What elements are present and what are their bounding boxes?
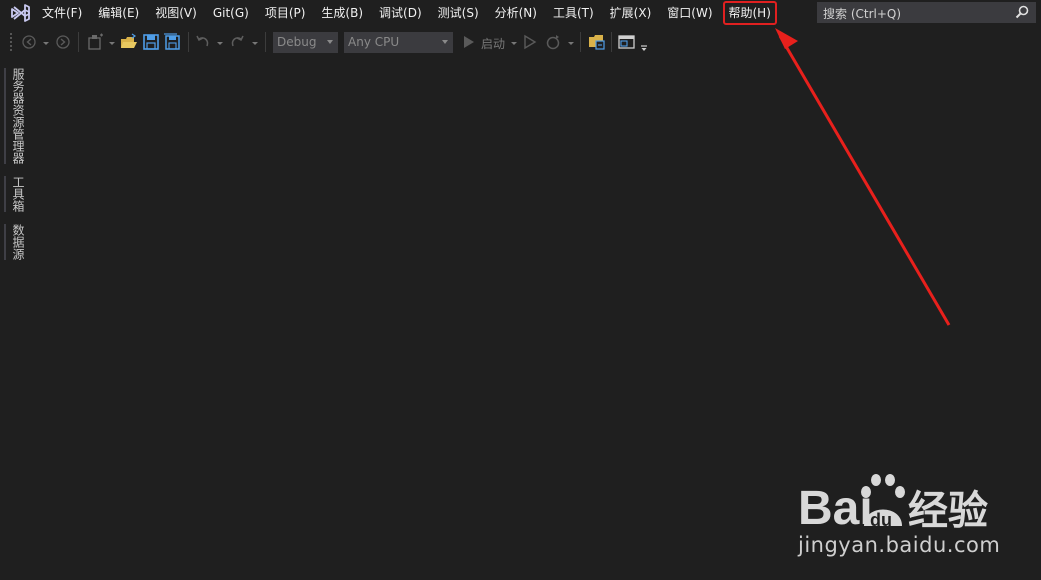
menu-file[interactable]: 文件(F) <box>34 2 90 24</box>
solution-configuration-value: Debug <box>277 35 317 49</box>
menu-debug[interactable]: 调试(D) <box>371 2 430 24</box>
undo-icon[interactable] <box>194 32 212 52</box>
solution-platform-value: Any CPU <box>348 35 400 49</box>
menu-test[interactable]: 测试(S) <box>430 2 487 24</box>
search-icon[interactable] <box>1015 5 1029 19</box>
menu-tools[interactable]: 工具(T) <box>545 2 602 24</box>
save-icon[interactable] <box>142 32 160 52</box>
chevron-down-icon <box>327 40 333 44</box>
menu-extensions[interactable]: 扩展(X) <box>602 2 660 24</box>
baidu-watermark-logo: Bai du 经验 <box>798 474 988 530</box>
tab-toolbox[interactable]: 工具箱 <box>4 176 25 212</box>
left-tool-tabs: 服务器资源管理器 工具箱 数据源 <box>0 62 25 282</box>
redo-icon[interactable] <box>228 32 246 52</box>
menu-edit[interactable]: 编辑(E) <box>90 2 147 24</box>
solution-explorer-icon[interactable] <box>587 32 607 52</box>
undo-dropdown-icon[interactable] <box>217 42 223 45</box>
watermark-jingyan: 经验 <box>908 488 988 530</box>
navigate-back-icon[interactable] <box>20 32 38 52</box>
visual-studio-logo-icon[interactable] <box>10 3 32 23</box>
menu-view[interactable]: 视图(V) <box>147 2 205 24</box>
toolbar-options-icon[interactable] <box>639 32 649 52</box>
start-debugging-label[interactable]: 启动 <box>481 35 505 52</box>
menu-bar: 文件(F) 编辑(E) 视图(V) Git(G) 项目(P) 生成(B) 调试(… <box>34 0 779 26</box>
chevron-down-icon <box>442 40 448 44</box>
solution-configuration-select[interactable]: Debug <box>273 32 338 53</box>
open-file-icon[interactable] <box>119 32 139 52</box>
menu-git[interactable]: Git(G) <box>205 2 257 24</box>
start-debugging-icon[interactable] <box>461 32 477 52</box>
search-placeholder: 搜索 (Ctrl+Q) <box>823 7 902 21</box>
watermark-url: jingyan.baidu.com <box>798 533 1001 557</box>
menu-analyze[interactable]: 分析(N) <box>487 2 545 24</box>
navigate-back-dropdown-icon[interactable] <box>43 42 49 45</box>
redo-dropdown-icon[interactable] <box>252 42 258 45</box>
toolbar-separator <box>580 32 581 52</box>
toolbar-separator <box>265 32 266 52</box>
window-layout-icon[interactable] <box>617 32 637 52</box>
menu-project[interactable]: 项目(P) <box>257 2 314 24</box>
standard-toolbar: Debug Any CPU 启动 <box>0 28 1041 56</box>
new-project-dropdown-icon[interactable] <box>109 42 115 45</box>
navigate-forward-icon[interactable] <box>54 32 72 52</box>
toolbar-grip[interactable] <box>9 32 13 52</box>
tab-server-explorer[interactable]: 服务器资源管理器 <box>4 68 25 164</box>
toolbar-separator <box>188 32 189 52</box>
menu-build[interactable]: 生成(B) <box>313 2 371 24</box>
toolbar-separator <box>611 32 612 52</box>
menu-help[interactable]: 帮助(H) <box>722 1 777 25</box>
title-bar: 文件(F) 编辑(E) 视图(V) Git(G) 项目(P) 生成(B) 调试(… <box>0 0 1041 26</box>
start-without-debugging-icon[interactable] <box>522 32 538 52</box>
toolbar-separator <box>78 32 79 52</box>
watermark-bai: Bai <box>798 482 873 530</box>
solution-platform-select[interactable]: Any CPU <box>344 32 453 53</box>
start-dropdown-icon[interactable] <box>511 42 517 45</box>
hot-reload-icon[interactable] <box>544 32 564 52</box>
tab-data-sources[interactable]: 数据源 <box>4 224 25 260</box>
save-all-icon[interactable] <box>163 32 181 52</box>
watermark-du: du <box>870 510 892 530</box>
hot-reload-dropdown-icon[interactable] <box>568 42 574 45</box>
search-input[interactable]: 搜索 (Ctrl+Q) <box>817 2 1036 23</box>
menu-window[interactable]: 窗口(W) <box>659 2 720 24</box>
new-project-icon[interactable] <box>86 32 106 52</box>
